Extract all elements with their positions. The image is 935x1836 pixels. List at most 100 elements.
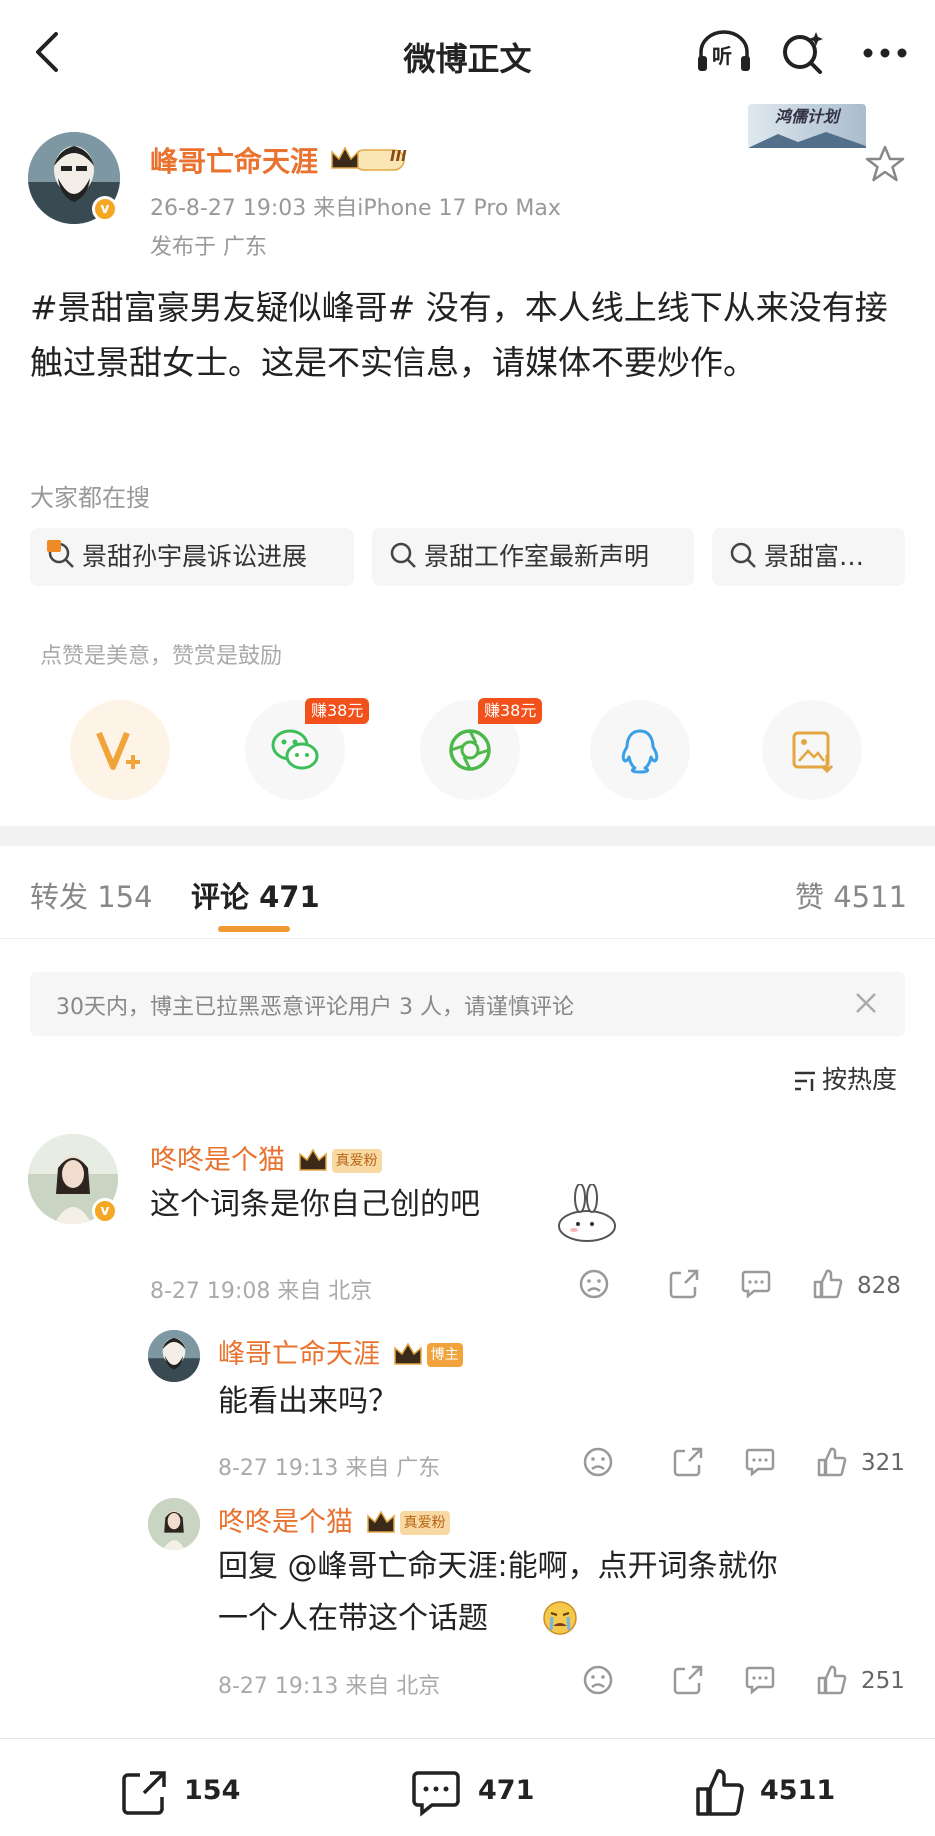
like-count: 321 [861, 1450, 905, 1476]
dislike-button[interactable] [582, 1446, 614, 1478]
reward-hint: 点赞是美意，赞赏是鼓励 [40, 644, 283, 669]
search-chip-label: 景甜富… [764, 542, 865, 571]
trending-hint: 大家都在搜 [30, 484, 150, 512]
like-count: 828 [857, 1273, 901, 1299]
search-chip-3[interactable]: 景甜富… [712, 528, 905, 586]
qq-share-button[interactable] [590, 700, 690, 800]
reply-meta: 8-27 19:13 来自 广东 [218, 1456, 441, 1481]
share-icon [122, 1771, 166, 1815]
section-divider [0, 826, 935, 846]
frown-face-icon [583, 1447, 613, 1477]
qq-icon [621, 729, 659, 774]
vplus-button[interactable] [70, 700, 170, 800]
repost-comment-button[interactable] [668, 1268, 700, 1300]
reply-button[interactable] [744, 1664, 776, 1696]
tab-likes[interactable]: 赞 4511 [795, 874, 907, 916]
listen-button[interactable]: 听 [695, 30, 753, 74]
earn-tag: 赚38元 [305, 698, 370, 724]
repost-comment-button[interactable] [672, 1664, 704, 1696]
frown-face-icon [579, 1269, 609, 1299]
reply-text-line-2: 一个人在带这个话题 [218, 1601, 488, 1636]
comment-text: 这个词条是你自己创的吧 [150, 1187, 480, 1222]
comment-button[interactable] [410, 1767, 462, 1819]
mountain-icon [748, 132, 866, 148]
thumbs-up-icon [696, 1769, 744, 1816]
like-button[interactable] [816, 1664, 848, 1696]
reply-button[interactable] [740, 1268, 772, 1300]
search-icon [730, 542, 756, 568]
reply-avatar[interactable] [148, 1498, 200, 1550]
avatar-image [148, 1330, 200, 1382]
post-body-text: #景甜富豪男友疑似峰哥# 没有，本人线上线下从来没有接触过景甜女士。这是不实信息… [30, 288, 888, 382]
like-button[interactable] [816, 1446, 848, 1478]
author-name[interactable]: 峰哥亡命天涯 III [150, 140, 407, 180]
reply-avatar[interactable] [148, 1330, 200, 1382]
thumbs-up-icon [813, 1269, 843, 1299]
crying-emoji-icon [542, 1600, 578, 1636]
like-button[interactable] [694, 1767, 746, 1819]
search-chip-1[interactable]: 景甜孙宇晨诉讼进展 [30, 528, 354, 586]
close-icon [856, 993, 876, 1013]
notice-close-button[interactable] [855, 992, 877, 1014]
repost-count: 154 [184, 1775, 241, 1806]
post-location: 发布于 广东 [150, 235, 267, 260]
reply-author-name[interactable]: 峰哥亡命天涯 博主 [218, 1332, 463, 1371]
sort-icon [795, 1071, 815, 1091]
reply-text: 能看出来吗？ [218, 1384, 398, 1419]
save-image-button[interactable] [762, 700, 862, 800]
bottom-action-bar: 154 471 4511 [0, 1738, 935, 1836]
hot-search-icon [47, 540, 74, 568]
fan-badge: 真爱粉 [399, 1511, 450, 1535]
search-chip-label: 景甜工作室最新声明 [424, 542, 650, 571]
commenter-name-text: 咚咚是个猫 [150, 1145, 285, 1176]
sort-label: 按热度 [822, 1065, 898, 1094]
commenter-name[interactable]: 咚咚是个猫 真爱粉 [150, 1138, 382, 1177]
share-icon [673, 1447, 703, 1477]
bunny-sticker-icon [552, 1183, 622, 1244]
dislike-button[interactable] [578, 1268, 610, 1300]
like-count: 251 [861, 1668, 905, 1694]
earn-tag: 赚38元 [478, 698, 543, 724]
repost-button[interactable] [118, 1767, 170, 1819]
comment-bubble-icon [412, 1771, 460, 1817]
sort-button[interactable]: 按热度 [793, 1060, 897, 1096]
search-chip-2[interactable]: 景甜工作室最新声明 [372, 528, 694, 586]
favorite-button[interactable] [865, 144, 905, 184]
share-icon [673, 1665, 703, 1695]
moments-icon [449, 729, 491, 771]
reply-author-name[interactable]: 咚咚是个猫 真爱粉 [218, 1500, 450, 1539]
share-icon [669, 1269, 699, 1299]
like-button[interactable] [812, 1268, 844, 1300]
like-count: 4511 [760, 1775, 836, 1806]
star-icon [865, 145, 905, 182]
comment-meta: 8-27 19:08 来自 北京 [150, 1279, 373, 1304]
avatar-image [148, 1498, 200, 1550]
promo-banner[interactable]: 鸿儒计划 [748, 104, 866, 148]
frown-face-icon [583, 1665, 613, 1695]
search-icon [390, 542, 416, 568]
verified-badge-icon: v [92, 1198, 118, 1224]
save-image-icon [792, 731, 834, 774]
author-name-text: 峰哥亡命天涯 [150, 145, 319, 178]
tab-comments[interactable]: 评论 471 [191, 874, 320, 916]
wechat-icon [271, 729, 319, 770]
post-time-source: 26-8-27 19:03 来自iPhone 17 Pro Max [150, 196, 561, 221]
reply-author-name-text: 峰哥亡命天涯 [218, 1339, 380, 1370]
fan-badge: 真爱粉 [331, 1149, 382, 1173]
tab-repost[interactable]: 转发 154 [30, 874, 153, 916]
vplus-icon [96, 731, 140, 770]
more-button[interactable] [860, 38, 910, 68]
comment-bubble-icon [745, 1666, 775, 1695]
dislike-button[interactable] [582, 1664, 614, 1696]
active-tab-indicator [218, 926, 290, 932]
crown-icon [366, 1510, 395, 1533]
reply-author-name-text: 咚咚是个猫 [218, 1507, 353, 1538]
more-dots-icon [863, 48, 907, 58]
block-notice-text: 30天内，博主已拉黑恶意评论用户 3 人，请谨慎评论 [56, 995, 574, 1020]
search-button[interactable] [778, 28, 828, 78]
repost-comment-button[interactable] [672, 1446, 704, 1478]
comment-bubble-icon [741, 1270, 771, 1299]
tab-divider [0, 938, 935, 939]
reply-button[interactable] [744, 1446, 776, 1478]
comment-bubble-icon [745, 1448, 775, 1477]
